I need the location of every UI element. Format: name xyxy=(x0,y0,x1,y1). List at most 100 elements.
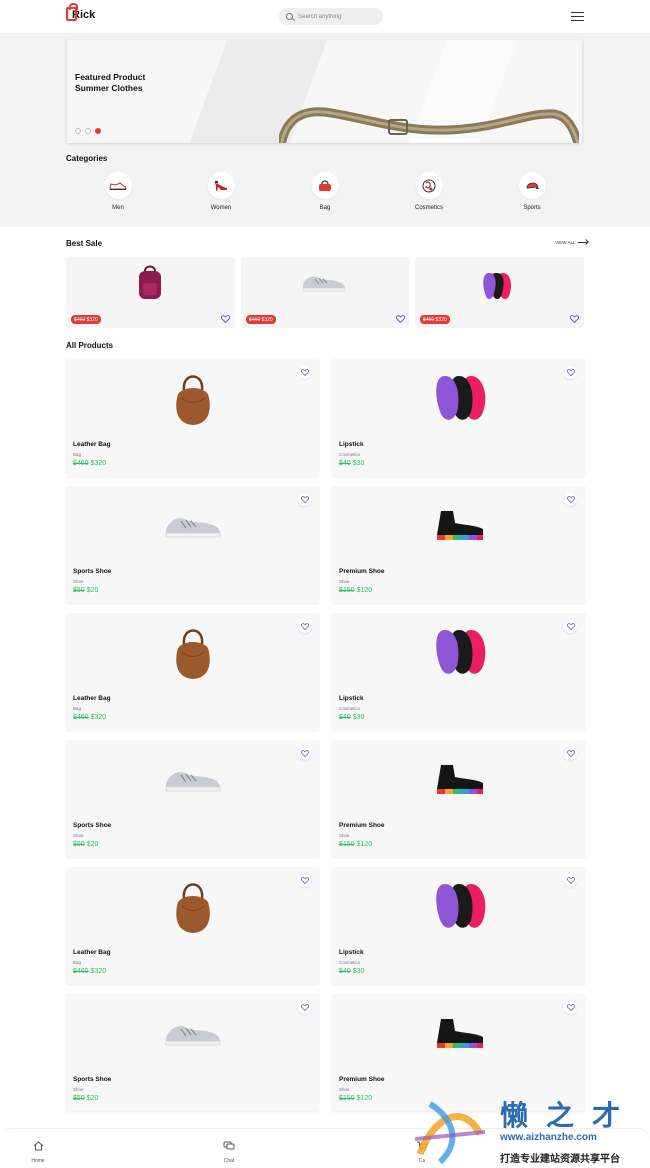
heart-icon[interactable] xyxy=(564,493,577,506)
product-price: $40 $30 xyxy=(339,968,364,975)
categories-row: Men Women Bag Cosmetics Sports xyxy=(66,172,586,217)
product-price: $50 $20 xyxy=(73,841,98,848)
sale-price-badge: $460 $320 xyxy=(71,315,101,324)
nav-label: Home xyxy=(31,1158,45,1164)
product-name: Leather Bag xyxy=(73,441,111,448)
product-price: $460 $320 xyxy=(73,968,106,975)
slide-dot-3[interactable] xyxy=(95,128,101,134)
slide-dot-1[interactable] xyxy=(75,128,81,134)
old-price: $460 xyxy=(73,714,89,721)
sneaker-image xyxy=(66,486,319,564)
product-price: $150 $120 xyxy=(339,587,372,594)
search-input[interactable] xyxy=(298,13,378,20)
product-card[interactable]: Lipstick Cosmetics $40 $30 xyxy=(332,613,585,730)
product-card[interactable]: Sports Shoe Shoe $50 $20 xyxy=(66,994,319,1111)
product-card[interactable]: Lipstick Cosmetics $40 $30 xyxy=(332,359,585,476)
product-card[interactable]: Leather Bag Bag $460 $320 xyxy=(66,613,319,730)
heart-icon[interactable] xyxy=(396,315,405,323)
product-price: $150 $120 xyxy=(339,1095,372,1102)
heart-icon[interactable] xyxy=(564,874,577,887)
search-icon xyxy=(286,13,293,20)
product-card[interactable]: Lipstick Cosmetics $40 $30 xyxy=(332,867,585,984)
product-name: Sports Shoe xyxy=(73,822,112,829)
product-card[interactable]: Premium Shoe Shoe $150 $120 xyxy=(332,486,585,603)
high-heel-icon xyxy=(215,180,227,191)
best-sale-card[interactable]: $460 $320 xyxy=(415,257,584,328)
product-card[interactable]: Leather Bag Bag $460 $320 xyxy=(66,359,319,476)
heart-icon[interactable] xyxy=(564,1001,577,1014)
nav-chat[interactable]: Chat xyxy=(209,1138,249,1164)
header: Rick xyxy=(0,0,650,33)
old-price: $150 xyxy=(339,1095,355,1102)
slide-dot-2[interactable] xyxy=(85,128,91,134)
product-name: Premium Shoe xyxy=(339,1076,385,1083)
heart-icon[interactable] xyxy=(221,315,230,323)
sock-shoe-image xyxy=(332,486,585,564)
banner-pagination xyxy=(75,128,101,134)
new-price: $320 xyxy=(90,460,107,467)
new-price: $20 xyxy=(86,1095,99,1102)
category-label: Men xyxy=(112,205,124,211)
heart-icon[interactable] xyxy=(298,874,311,887)
product-category: Bag xyxy=(73,706,82,711)
category-men[interactable]: Men xyxy=(88,172,148,211)
watermark-logo xyxy=(414,1101,486,1165)
logo[interactable]: Rick xyxy=(66,3,95,21)
product-price: $460 $320 xyxy=(73,714,106,721)
product-name: Premium Shoe xyxy=(339,822,385,829)
category-bag[interactable]: Bag xyxy=(295,172,355,211)
category-sports[interactable]: Sports xyxy=(502,172,562,211)
lipstick-sponges-image xyxy=(332,613,585,691)
best-sale-card[interactable]: $460 $320 xyxy=(241,257,410,328)
view-all-link[interactable]: VIEW ALL xyxy=(555,240,588,245)
heart-icon[interactable] xyxy=(298,1001,311,1014)
sale-price-badge: $460 $320 xyxy=(246,315,276,324)
search-bar[interactable] xyxy=(279,8,383,25)
hamburger-menu-icon[interactable] xyxy=(571,12,584,21)
watermark-title: 懒之才 xyxy=(500,1100,639,1131)
product-name: Lipstick xyxy=(339,441,364,448)
product-card[interactable]: Premium Shoe Shoe $150 $120 xyxy=(332,740,585,857)
shopping-bag-icon xyxy=(66,3,78,21)
category-label: Bag xyxy=(319,205,331,211)
old-price: $50 xyxy=(73,1095,85,1102)
sneaker-image xyxy=(302,276,346,292)
heart-icon[interactable] xyxy=(564,620,577,633)
product-price: $50 $20 xyxy=(73,587,98,594)
new-price: $320 xyxy=(90,968,107,975)
heart-icon[interactable] xyxy=(298,620,311,633)
heart-icon[interactable] xyxy=(298,493,311,506)
product-card[interactable]: Sports Shoe Shoe $50 $20 xyxy=(66,486,319,603)
category-cosmetics[interactable]: Cosmetics xyxy=(399,172,459,211)
old-price: $40 xyxy=(339,968,351,975)
product-name: Leather Bag xyxy=(73,949,111,956)
old-price: $460 xyxy=(73,968,89,975)
heart-icon[interactable] xyxy=(570,315,579,323)
product-card[interactable]: Sports Shoe Shoe $50 $20 xyxy=(66,740,319,857)
nav-home[interactable]: Home xyxy=(18,1138,58,1164)
home-icon xyxy=(33,1141,43,1151)
category-women[interactable]: Women xyxy=(191,172,251,211)
product-name: Sports Shoe xyxy=(73,1076,112,1083)
nav-label: Chat xyxy=(223,1158,235,1164)
heart-icon[interactable] xyxy=(564,366,577,379)
product-category: Cosmetics xyxy=(339,706,361,711)
heart-icon[interactable] xyxy=(298,747,311,760)
bag-strap-image xyxy=(279,107,579,143)
old-price: $40 xyxy=(339,460,351,467)
heart-icon[interactable] xyxy=(564,747,577,760)
featured-banner[interactable]: Featured Product Summer Clothes xyxy=(67,40,582,143)
product-card[interactable]: Leather Bag Bag $460 $320 xyxy=(66,867,319,984)
old-price: $150 xyxy=(339,587,355,594)
new-price: $120 xyxy=(356,841,373,848)
sock-shoe-image xyxy=(332,994,585,1072)
hero-section: Featured Product Summer Clothes Categori… xyxy=(0,33,650,227)
new-price: $320 xyxy=(90,714,107,721)
heart-icon[interactable] xyxy=(298,366,311,379)
new-price: $120 xyxy=(356,587,373,594)
arrow-right-icon xyxy=(577,242,588,243)
product-price: $40 $30 xyxy=(339,714,364,721)
product-price: $460 $320 xyxy=(73,460,106,467)
sock-shoe-image xyxy=(332,740,585,818)
best-sale-card[interactable]: $460 $320 xyxy=(66,257,235,328)
